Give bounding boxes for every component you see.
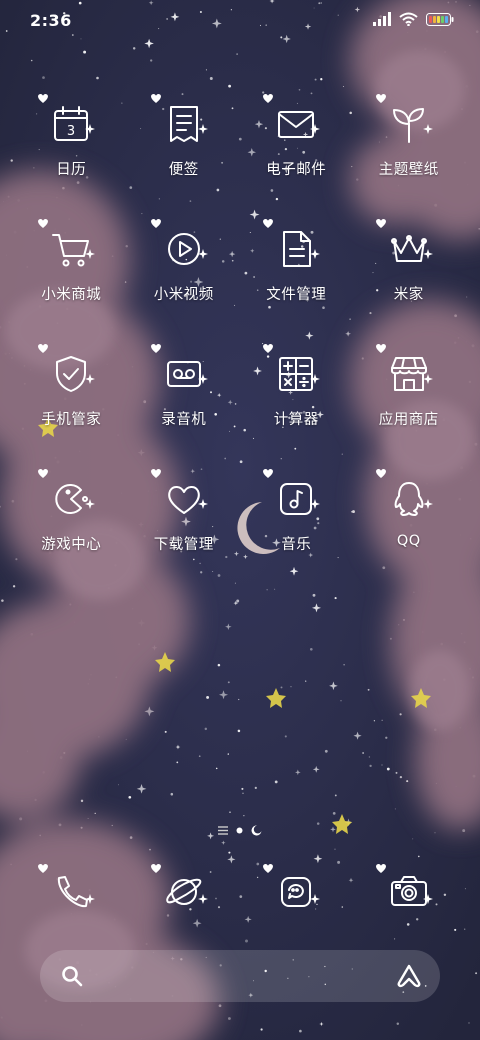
mail-icon <box>274 102 318 146</box>
app-file-manager[interactable]: 文件管理 <box>240 215 353 340</box>
heart-decoration-icon <box>263 343 273 353</box>
app-label: 计算器 <box>273 412 319 428</box>
app-qq[interactable]: QQ <box>353 465 466 590</box>
dock-messages[interactable] <box>240 860 353 930</box>
heart-icon <box>162 477 206 521</box>
store-icon <box>387 352 431 396</box>
app-label: 手机管家 <box>41 412 102 428</box>
heart-decoration-icon <box>38 468 48 478</box>
app-downloads[interactable]: 下载管理 <box>128 465 241 590</box>
heart-decoration-icon <box>150 218 161 228</box>
dock-phone[interactable] <box>15 860 128 930</box>
heart-decoration-icon <box>263 468 273 478</box>
app-row: 小米商城 小米视频 文件管理 米家 <box>15 215 465 340</box>
music-note-icon <box>274 477 318 521</box>
app-mi-home[interactable]: 米家 <box>353 215 466 340</box>
app-label: 下载管理 <box>153 537 214 553</box>
menu-lines-icon <box>218 825 228 835</box>
app-app-store[interactable]: 应用商店 <box>353 340 466 465</box>
app-email[interactable]: 电子邮件 <box>240 90 353 215</box>
app-label: 应用商店 <box>378 412 439 428</box>
app-grid: 3 日历 便签 电子邮件 主题壁纸 小米商城 小米视频 文件管理 米家 手机管家… <box>15 90 465 590</box>
page-indicator[interactable] <box>0 822 480 838</box>
app-game-center[interactable]: 游戏中心 <box>15 465 128 590</box>
crown-icon <box>387 227 431 271</box>
moon-page-icon <box>251 824 262 835</box>
planet-icon <box>162 870 206 914</box>
app-label: 米家 <box>393 287 424 303</box>
heart-decoration-icon <box>375 343 386 353</box>
app-label: QQ <box>396 533 421 549</box>
wifi-icon <box>399 12 418 26</box>
search-bar[interactable] <box>40 950 440 1002</box>
heart-decoration-icon <box>263 863 273 873</box>
app-music[interactable]: 音乐 <box>240 465 353 590</box>
page-dot-icon <box>236 827 243 833</box>
heart-decoration-icon <box>375 218 386 228</box>
phone-icon <box>49 870 93 914</box>
app-label: 录音机 <box>161 412 207 428</box>
heart-decoration-icon <box>375 93 386 103</box>
status-icons <box>373 12 454 26</box>
app-label: 文件管理 <box>266 287 327 303</box>
app-label: 音乐 <box>281 537 312 553</box>
shopping-cart-icon <box>49 227 93 271</box>
search-icon[interactable] <box>60 964 84 988</box>
heart-decoration-icon <box>375 468 386 478</box>
recorder-icon <box>162 352 206 396</box>
notes-icon <box>162 102 206 146</box>
app-security[interactable]: 手机管家 <box>15 340 128 465</box>
app-calculator[interactable]: 计算器 <box>240 340 353 465</box>
shield-icon <box>49 352 93 396</box>
heart-decoration-icon <box>375 863 386 873</box>
status-time: 2:36 <box>30 11 72 30</box>
dock <box>15 860 465 930</box>
calculator-icon <box>274 352 318 396</box>
file-icon <box>274 227 318 271</box>
heart-decoration-icon <box>38 863 48 873</box>
sprout-icon <box>387 102 431 146</box>
app-mi-store[interactable]: 小米商城 <box>15 215 128 340</box>
calendar-day: 3 <box>67 124 75 139</box>
app-label: 游戏中心 <box>41 537 102 553</box>
message-icon <box>274 870 318 914</box>
camera-icon <box>387 870 431 914</box>
app-row: 手机管家 录音机 计算器 应用商店 <box>15 340 465 465</box>
dock-camera[interactable] <box>353 860 466 930</box>
dock-browser[interactable] <box>128 860 241 930</box>
voice-assistant-icon[interactable] <box>396 963 422 989</box>
heart-decoration-icon <box>150 468 161 478</box>
app-mi-video[interactable]: 小米视频 <box>128 215 241 340</box>
app-label: 小米商城 <box>41 287 102 303</box>
pacman-icon <box>49 477 93 521</box>
heart-decoration-icon <box>150 863 161 873</box>
app-label: 主题壁纸 <box>378 162 439 178</box>
heart-decoration-icon <box>150 343 161 353</box>
heart-decoration-icon <box>150 93 161 103</box>
play-icon <box>162 227 206 271</box>
heart-decoration-icon <box>263 93 273 103</box>
app-label: 小米视频 <box>153 287 214 303</box>
status-bar: 2:36 <box>0 0 480 40</box>
app-row: 游戏中心 下载管理 音乐 QQ <box>15 465 465 590</box>
app-label: 电子邮件 <box>266 162 327 178</box>
app-label: 日历 <box>56 162 87 178</box>
app-label: 便签 <box>168 162 199 178</box>
battery-icon <box>426 12 454 26</box>
app-recorder[interactable]: 录音机 <box>128 340 241 465</box>
signal-icon <box>373 12 391 26</box>
heart-decoration-icon <box>38 343 48 353</box>
app-row: 3 日历 便签 电子邮件 主题壁纸 <box>15 90 465 215</box>
heart-decoration-icon <box>38 218 48 228</box>
penguin-icon <box>387 477 431 521</box>
calendar-icon: 3 <box>49 102 93 146</box>
app-notes[interactable]: 便签 <box>128 90 241 215</box>
app-calendar[interactable]: 3 日历 <box>15 90 128 215</box>
app-themes[interactable]: 主题壁纸 <box>353 90 466 215</box>
heart-decoration-icon <box>263 218 273 228</box>
heart-decoration-icon <box>38 93 48 103</box>
